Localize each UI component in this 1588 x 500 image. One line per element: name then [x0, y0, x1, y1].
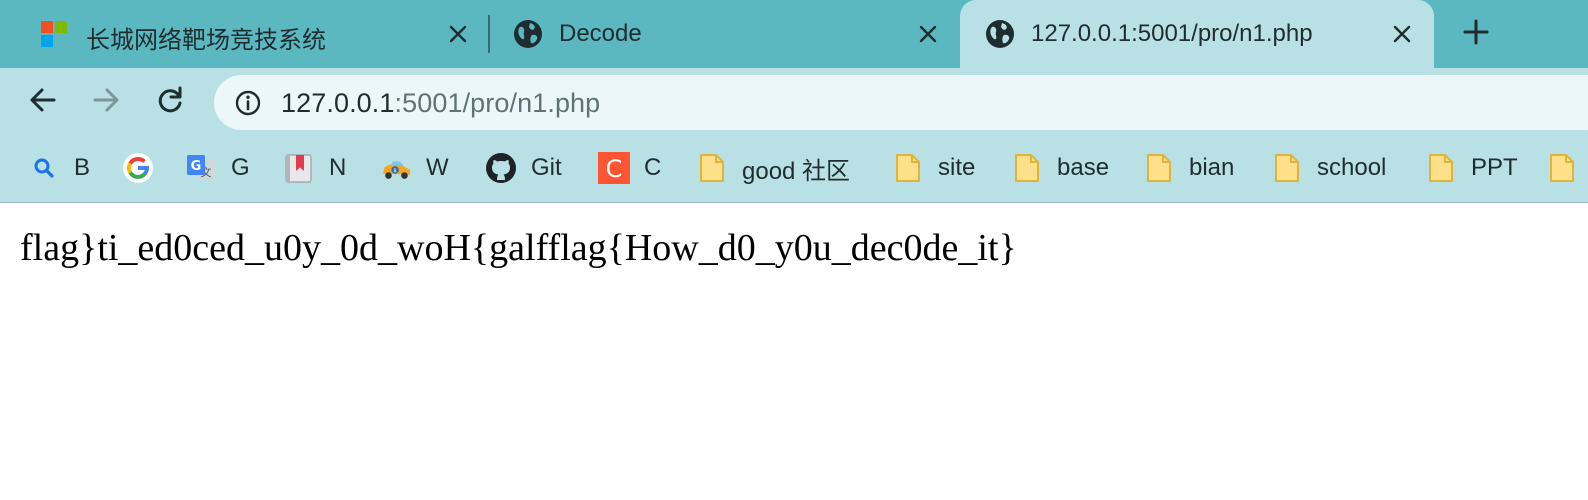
bookmark-label: W — [426, 154, 449, 181]
windows-squares-icon — [38, 18, 70, 50]
github-icon — [485, 152, 517, 184]
tab-title: 长城网络靶场竞技系统 — [86, 27, 326, 54]
bookmark-folder-overflow[interactable] — [1546, 150, 1588, 186]
folder-icon — [1425, 152, 1457, 184]
browser-chrome: 长城网络靶场竞技系统 Decode 127.0.0.1:5001/pro/n1.… — [0, 0, 1588, 203]
bookmark-label: school — [1317, 154, 1387, 181]
svg-text:G: G — [191, 159, 202, 174]
translate-icon: 文 G — [185, 152, 217, 184]
tab-strip: 长城网络靶场竞技系统 Decode 127.0.0.1:5001/pro/n1.… — [0, 0, 1588, 68]
globe-icon — [512, 18, 544, 50]
svg-text:$: $ — [393, 168, 397, 174]
bookmark-book-icon — [283, 152, 315, 184]
info-circle-icon[interactable] — [234, 89, 262, 117]
folder-icon — [892, 152, 924, 184]
bookmark-label: Git — [531, 154, 562, 181]
bookmark-git[interactable]: Git — [485, 150, 562, 186]
tab-title: Decode — [559, 20, 642, 47]
bookmark-folder-base[interactable]: base — [1011, 150, 1109, 186]
car-icon: $ — [380, 152, 412, 184]
page-content: flag}ti_ed0ced_u0y_0d_woH{galfflag{How_d… — [0, 203, 1588, 500]
bookmark-folder-ppt[interactable]: PPT — [1425, 150, 1518, 186]
plus-icon — [1462, 18, 1490, 51]
tab-active-n1-php[interactable]: 127.0.0.1:5001/pro/n1.php — [960, 0, 1434, 68]
folder-icon — [696, 152, 728, 184]
folder-icon — [1546, 152, 1578, 184]
bookmark-label: site — [938, 154, 976, 181]
bookmark-folder-good[interactable]: good 社区 — [696, 150, 850, 186]
close-icon[interactable] — [914, 20, 942, 48]
flag-output-text: flag}ti_ed0ced_u0y_0d_woH{galfflag{How_d… — [20, 227, 1017, 269]
back-button[interactable] — [25, 84, 61, 120]
bookmark-label: G — [231, 154, 250, 181]
bookmarks-bar: B 文 G G N $ W Git C C good 社区 site base … — [0, 136, 1588, 202]
bookmark-label: PPT — [1471, 154, 1518, 181]
bookmark-n[interactable]: N — [283, 150, 346, 186]
reload-button[interactable] — [152, 84, 188, 120]
bookmark-w[interactable]: $ W — [380, 150, 449, 186]
bookmark-label: bian — [1189, 154, 1235, 181]
url-text[interactable]: 127.0.0.1:5001/pro/n1.php — [281, 88, 600, 119]
bookmark-folder-site[interactable]: site — [892, 150, 975, 186]
bookmark-label: B — [74, 154, 91, 181]
tab-title: 127.0.0.1:5001/pro/n1.php — [1031, 20, 1313, 47]
folder-icon — [1143, 152, 1175, 184]
csdn-c-icon: C — [598, 152, 630, 184]
arrow-right-icon — [91, 85, 121, 120]
bookmark-g-translate[interactable]: 文 G G — [185, 150, 250, 186]
tab-competition-system[interactable]: 长城网络靶场竞技系统 — [0, 0, 490, 68]
bookmark-c[interactable]: C C — [598, 150, 661, 186]
bookmark-folder-school[interactable]: school — [1271, 150, 1386, 186]
folder-icon — [1011, 152, 1043, 184]
reload-icon — [155, 85, 185, 120]
search-icon — [28, 152, 60, 184]
bookmark-b[interactable]: B — [28, 150, 90, 186]
toolbar: 127.0.0.1:5001/pro/n1.php — [0, 68, 1588, 136]
forward-button[interactable] — [88, 84, 124, 120]
address-bar[interactable]: 127.0.0.1:5001/pro/n1.php — [214, 75, 1588, 130]
svg-text:C: C — [606, 155, 623, 183]
bookmark-label: good 社区 — [742, 157, 851, 185]
close-icon[interactable] — [444, 20, 472, 48]
google-icon — [122, 152, 154, 184]
bookmark-label: N — [329, 154, 347, 181]
bookmark-label: base — [1057, 154, 1110, 181]
url-host: 127.0.0.1 — [281, 88, 395, 118]
url-path: :5001/pro/n1.php — [394, 88, 601, 118]
close-icon[interactable] — [1388, 20, 1416, 48]
bookmark-label: C — [644, 154, 662, 181]
bookmark-google[interactable] — [122, 150, 168, 186]
arrow-left-icon — [28, 85, 58, 120]
bookmark-folder-bian[interactable]: bian — [1143, 150, 1234, 186]
globe-icon — [984, 18, 1016, 50]
new-tab-button[interactable] — [1458, 16, 1494, 52]
folder-icon — [1271, 152, 1303, 184]
tab-decode[interactable]: Decode — [472, 0, 962, 68]
